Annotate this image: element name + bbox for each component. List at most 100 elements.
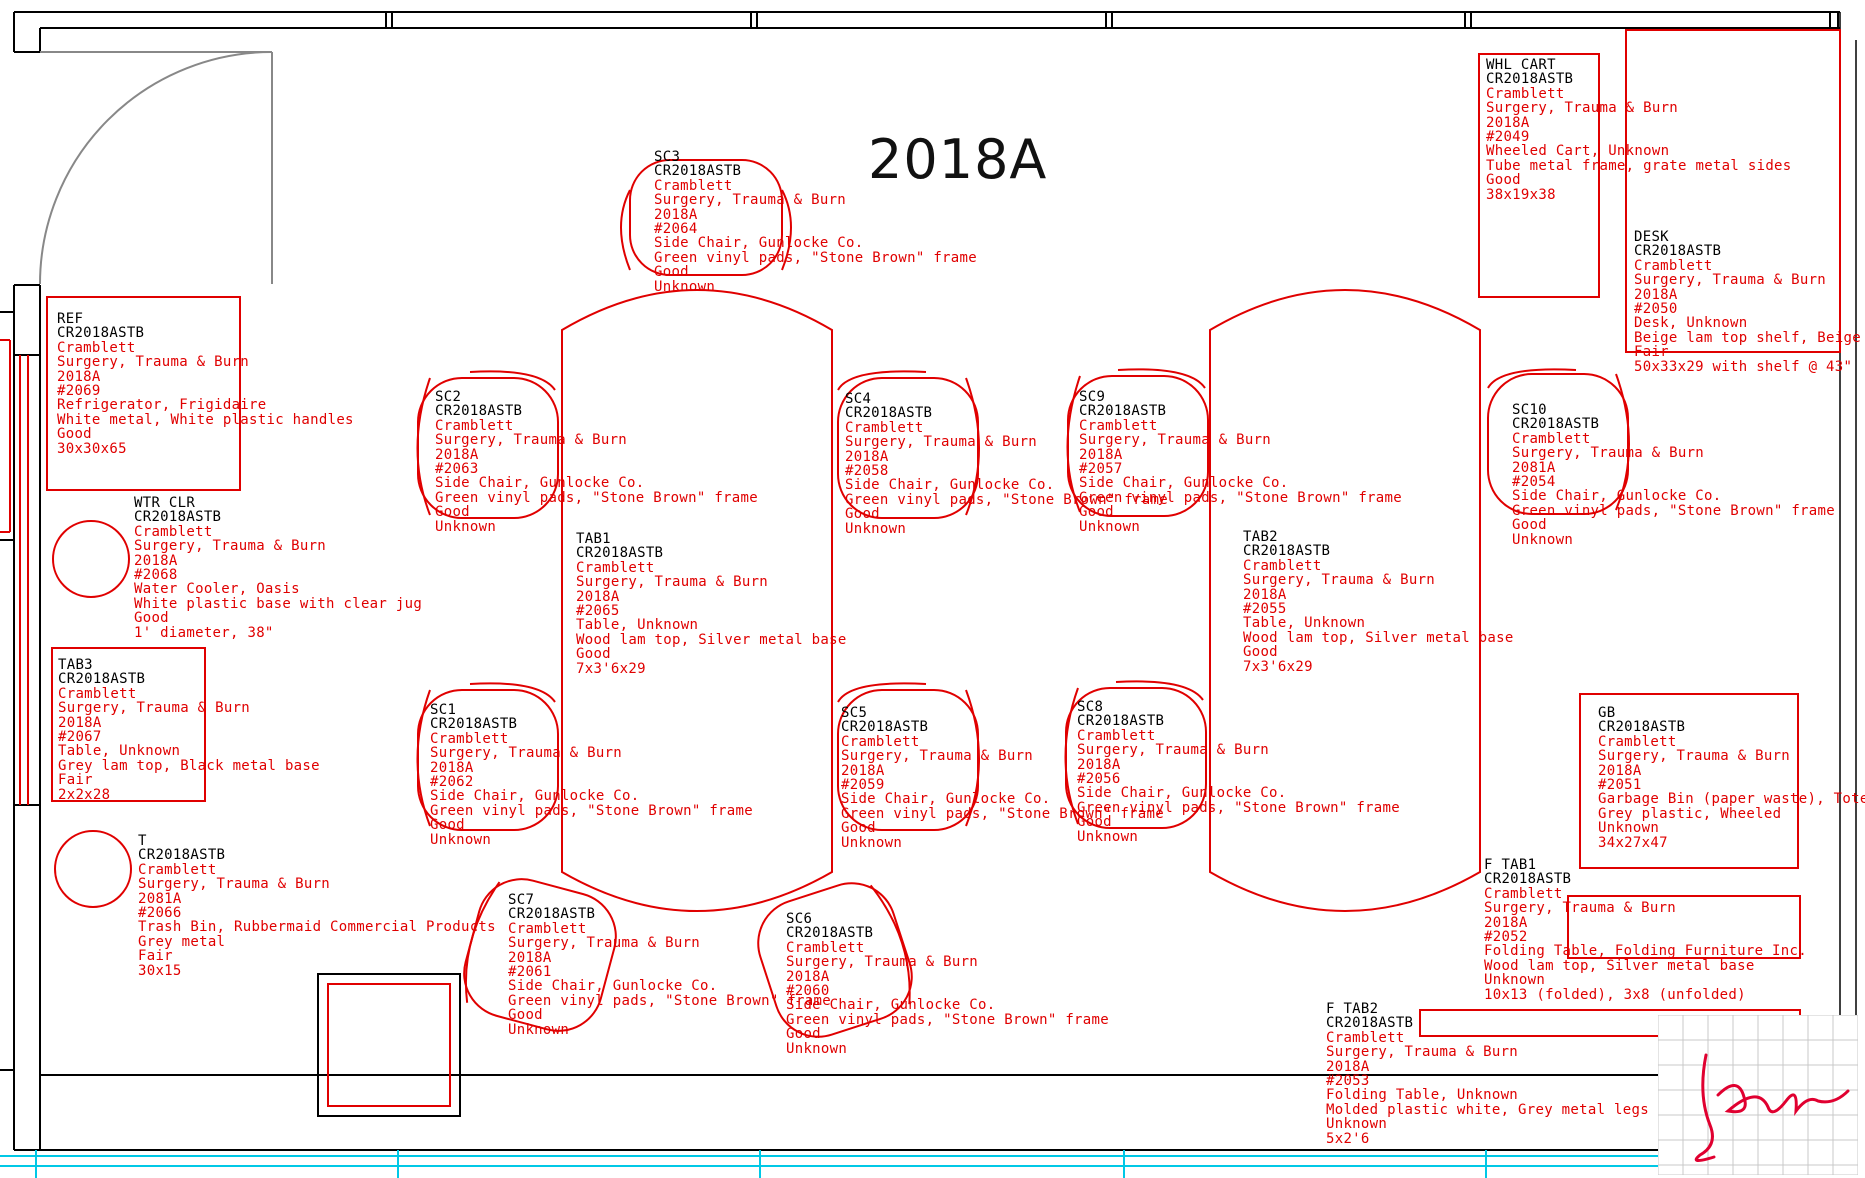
item-detail: Wood lam top, Silver metal base xyxy=(1243,629,1514,646)
item-detail: 2018A xyxy=(786,968,830,985)
item-detail: Water Cooler, Oasis xyxy=(134,581,300,598)
item-detail: 2018A xyxy=(1077,756,1121,773)
item-detail: #2062 xyxy=(430,774,474,791)
item-code: CR2018ASTB xyxy=(1634,243,1722,260)
item-detail: Green vinyl pads, "Stone Brown" frame xyxy=(1079,489,1402,506)
item-detail: Cramblett xyxy=(134,523,213,540)
item-detail: Good xyxy=(1243,644,1278,661)
item-detail: #2057 xyxy=(1079,461,1123,478)
item-detail: #2061 xyxy=(508,964,552,981)
item-detail: Table, Unknown xyxy=(1243,615,1366,632)
item-detail: Good xyxy=(134,610,169,627)
item-code: CR2018ASTB xyxy=(435,403,523,420)
item-detail: 2018A xyxy=(1486,114,1530,131)
item-detail: 2081A xyxy=(138,890,182,907)
item-detail: Fair xyxy=(138,948,173,965)
item-code: CR2018ASTB xyxy=(654,163,742,180)
item-detail: Cramblett xyxy=(1077,727,1156,744)
item-detail: White metal, White plastic handles xyxy=(57,411,354,428)
item-detail: 2018A xyxy=(508,949,552,966)
item-detail: Green vinyl pads, "Stone Brown" frame xyxy=(508,992,831,1009)
item-code: CR2018ASTB xyxy=(134,509,222,526)
item-detail: Side Chair, Gunlocke Co. xyxy=(430,788,640,805)
item-detail: 2018A xyxy=(1326,1058,1370,1075)
item-detail: Cramblett xyxy=(1634,257,1713,274)
item-detail: Surgery, Trauma & Burn xyxy=(138,876,331,893)
item-detail: Folding Table, Unknown xyxy=(1326,1087,1519,1104)
item-detail: Green vinyl pads, "Stone Brown" frame xyxy=(430,802,753,819)
item-detail: Surgery, Trauma & Burn xyxy=(1077,742,1270,759)
item-detail: Surgery, Trauma & Burn xyxy=(1598,748,1791,765)
item-detail: 10x13 (folded), 3x8 (unfolded) xyxy=(1484,986,1746,1003)
item-detail: Cramblett xyxy=(1484,885,1563,902)
item-tag: SC1 xyxy=(430,702,457,718)
item-detail: Green vinyl pads, "Stone Brown" frame xyxy=(435,489,758,506)
item-detail: Wood lam top, Silver metal base xyxy=(576,631,847,648)
item-detail: #2065 xyxy=(576,603,620,620)
label-sc9: SC9 CR2018ASTB Cramblett Surgery, Trauma & … xyxy=(1079,390,1402,534)
item-detail: Surgery, Trauma & Burn xyxy=(576,574,769,591)
label-tab2: TAB2 CR2018ASTB Cramblett Surgery, Trauma &… xyxy=(1243,530,1514,674)
item-detail: 2018A xyxy=(134,552,178,569)
item-detail: Surgery, Trauma & Burn xyxy=(134,538,327,555)
item-detail: Unknown xyxy=(654,278,716,295)
item-detail: #2055 xyxy=(1243,601,1287,618)
item-tag: SC2 xyxy=(435,389,462,405)
item-tag: TAB3 xyxy=(58,657,93,673)
item-tag: SC9 xyxy=(1079,389,1106,405)
item-tag: SC6 xyxy=(786,911,813,927)
item-detail: Table, Unknown xyxy=(58,743,181,760)
column xyxy=(317,973,461,1117)
item-detail: 2018A xyxy=(1243,586,1287,603)
item-detail: 2018A xyxy=(430,759,474,776)
item-detail: #2054 xyxy=(1512,474,1556,491)
item-detail: #2064 xyxy=(654,221,698,238)
item-detail: 2018A xyxy=(58,714,102,731)
item-detail: Good xyxy=(1512,517,1547,534)
item-detail: Side Chair, Gunlocke Co. xyxy=(435,475,645,492)
item-detail: Good xyxy=(576,646,611,663)
item-detail: Unknown xyxy=(1484,972,1546,989)
item-detail: Surgery, Trauma & Burn xyxy=(654,192,847,209)
door xyxy=(39,51,273,285)
item-detail: Trash Bin, Rubbermaid Commercial Product… xyxy=(138,919,496,936)
item-detail: 2018A xyxy=(576,588,620,605)
item-detail: Cramblett xyxy=(58,685,137,702)
item-detail: Surgery, Trauma & Burn xyxy=(1079,432,1272,449)
item-tag: TAB1 xyxy=(576,531,611,547)
item-detail: Cramblett xyxy=(786,939,865,956)
item-detail: 2018A xyxy=(435,446,479,463)
item-code: CR2018ASTB xyxy=(1512,416,1600,433)
item-detail: Cramblett xyxy=(1486,85,1565,102)
item-detail: Good xyxy=(1486,172,1521,189)
item-detail: Surgery, Trauma & Burn xyxy=(435,432,628,449)
item-detail: #2066 xyxy=(138,905,182,922)
item-detail: Cramblett xyxy=(430,730,509,747)
label-desk: DESK CR2018ASTB Cramblett Surgery, Trauma &… xyxy=(1634,230,1865,374)
item-tag: SC7 xyxy=(508,892,535,908)
item-detail: Surgery, Trauma & Burn xyxy=(57,354,250,371)
item-tag: F TAB1 xyxy=(1484,857,1537,873)
item-detail: Surgery, Trauma & Burn xyxy=(508,935,701,952)
item-detail: #2068 xyxy=(134,567,178,584)
item-detail: Good xyxy=(57,426,92,443)
item-detail: #2067 xyxy=(58,729,102,746)
item-detail: Good xyxy=(508,1007,543,1024)
item-detail: 2018A xyxy=(654,206,698,223)
label-tab1: TAB1 CR2018ASTB Cramblett Surgery, Trauma &… xyxy=(576,532,847,676)
item-detail: #2049 xyxy=(1486,129,1530,146)
label-gb: GB CR2018ASTB Cramblett Surgery, Trauma & B… xyxy=(1598,706,1865,850)
item-tag: SC8 xyxy=(1077,699,1104,715)
signature-stamp xyxy=(1658,1015,1858,1175)
item-detail: Garbage Bin (paper waste), Toter xyxy=(1598,791,1865,808)
item-code: CR2018ASTB xyxy=(786,925,874,942)
item-code: CR2018ASTB xyxy=(138,847,226,864)
item-detail: Cramblett xyxy=(1598,733,1677,750)
item-detail: Grey plastic, Wheeled xyxy=(1598,805,1782,822)
item-code: CR2018ASTB xyxy=(57,325,145,342)
item-detail: Green vinyl pads, "Stone Brown" frame xyxy=(1077,799,1400,816)
item-code: CR2018ASTB xyxy=(1598,719,1686,736)
item-detail: #2063 xyxy=(435,461,479,478)
label-ftab1: F TAB1 CR2018ASTB Cramblett Surgery, Trauma… xyxy=(1484,858,1807,1002)
item-detail: White plastic base with clear jug xyxy=(134,595,423,612)
